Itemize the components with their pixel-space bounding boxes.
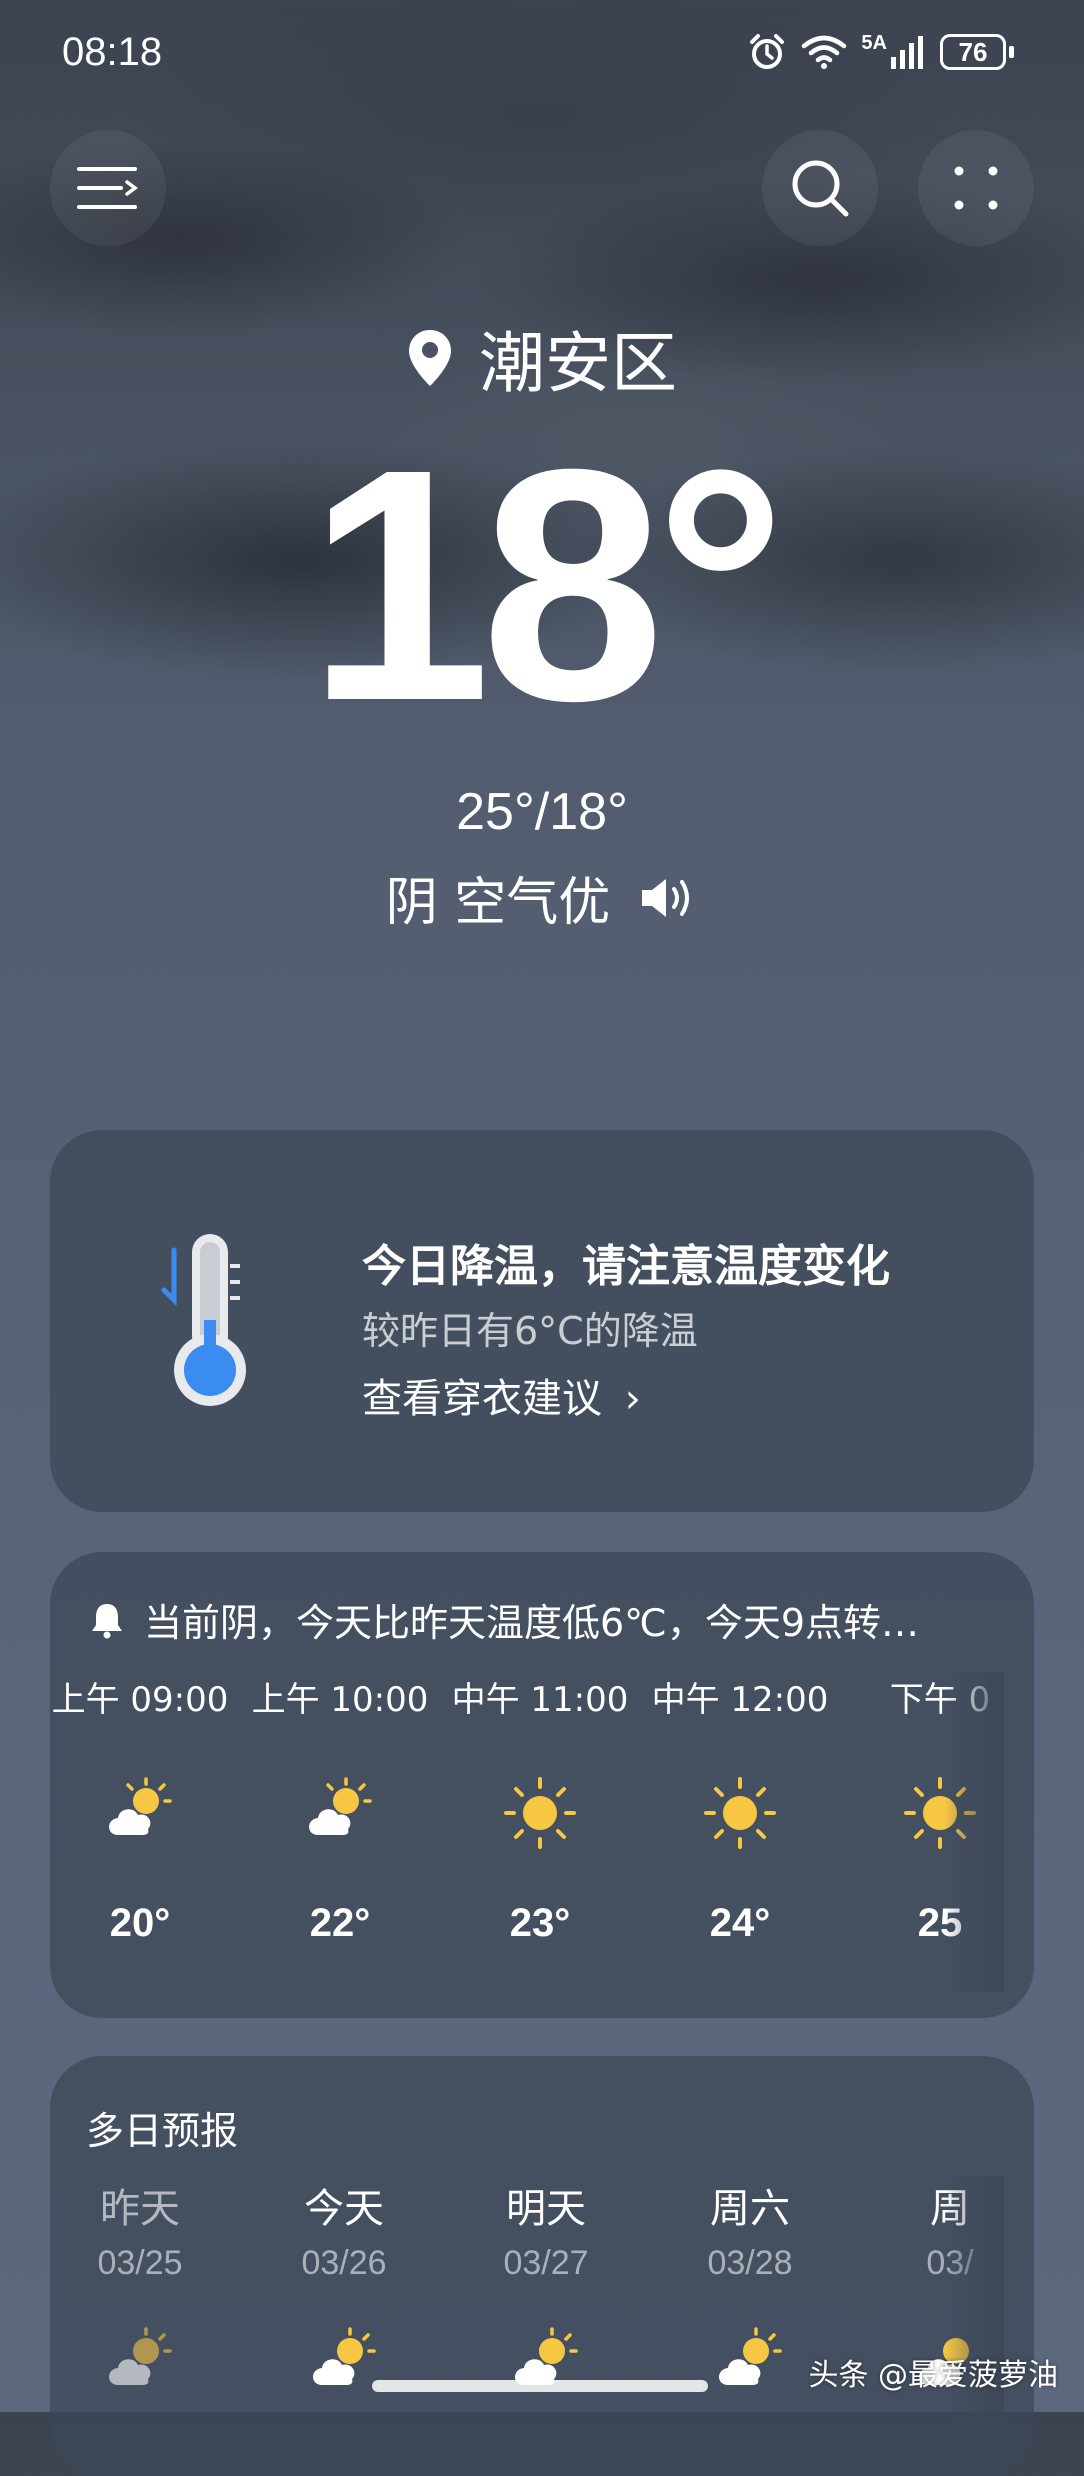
bell-icon [92, 1603, 122, 1638]
battery-level: 76 [940, 34, 1006, 70]
status-bar: 08:18 5A 76 [0, 30, 1084, 80]
four-dots-icon [954, 166, 998, 210]
wifi-icon [802, 35, 847, 69]
temperature-drop-card[interactable]: 今日降温，请注意温度变化 较昨日有6°C的降温 查看穿衣建议 › [50, 1130, 1034, 1512]
hour-item[interactable]: 中午 12:00 24° [640, 1672, 840, 1946]
day-name: 昨天 [100, 2186, 180, 2232]
location-header[interactable]: 潮安区 [0, 310, 1084, 406]
hour-item[interactable]: 上午 09:00 20° [50, 1672, 240, 1946]
tip-subtitle: 较昨日有6°C的降温 [362, 1309, 698, 1353]
day-name: 明天 [506, 2186, 586, 2232]
hourly-list[interactable]: 上午 09:00 20° 上午 10:00 22° 中午 11:00 23° 中… [50, 1672, 1004, 1992]
weather-alert-text: 当前阴，今天比昨天温度低6℃，今天9点转… [144, 1601, 920, 1645]
menu-button[interactable] [50, 130, 166, 246]
hour-label: 上午 10:00 [251, 1680, 429, 1720]
hour-temp: 22° [309, 1901, 371, 1945]
hour-label: 中午 11:00 [451, 1680, 629, 1720]
hourly-forecast-card[interactable]: 当前阴，今天比昨天温度低6℃，今天9点转… 上午 09:00 20° 上午 10… [50, 1552, 1034, 2018]
tip-title: 今日降温，请注意温度变化 [362, 1241, 890, 1292]
sunny-icon [504, 1777, 576, 1849]
watermark: 头条 @最爱菠萝油 [808, 2358, 1058, 2393]
more-button[interactable] [918, 130, 1034, 246]
day-item[interactable]: 明天 03/27 [446, 2176, 646, 2393]
condition-text: 阴 空气优 [385, 873, 611, 933]
day-name: 周六 [710, 2186, 790, 2232]
location-name: 潮安区 [479, 325, 677, 402]
hour-temp: 20° [109, 1901, 171, 1945]
temperature-range: 25°/18° [456, 783, 628, 841]
hour-item[interactable]: 中午 11:00 23° [440, 1672, 640, 1946]
hour-temp: 24° [709, 1901, 771, 1945]
day-date: 03/26 [301, 2244, 387, 2282]
status-time: 08:18 [62, 30, 163, 74]
day-date: 03/27 [503, 2244, 589, 2282]
alarm-icon [750, 34, 785, 69]
daily-forecast-card[interactable]: 多日预报 昨天 03/25 今天 03/26 明天 03/27 周六 03/28… [50, 2056, 1034, 2476]
daily-forecast-title: 多日预报 [86, 2109, 239, 2153]
hour-temp: 23° [509, 1901, 571, 1945]
battery-tip [1009, 46, 1014, 58]
weather-alert[interactable]: 当前阴，今天比昨天温度低6℃，今天9点转… [90, 1592, 1000, 1647]
home-indicator[interactable] [372, 2380, 708, 2392]
clothing-advice-label: 查看穿衣建议 [362, 1376, 602, 1422]
partly-cloudy-icon [109, 2327, 172, 2385]
partly-cloudy-icon [109, 1777, 172, 1835]
hour-item[interactable]: 上午 10:00 22° [240, 1672, 440, 1946]
signal-icon [891, 36, 923, 69]
condition-row: 阴 空气优 [0, 860, 1084, 935]
scroll-fade [944, 2176, 1004, 2476]
status-icons: 5A 76 [747, 32, 1014, 72]
chevron-right-icon: › [624, 1376, 641, 1422]
hour-label: 中午 12:00 [651, 1680, 829, 1720]
network-type: 5A [861, 32, 887, 54]
speaker-icon[interactable] [638, 875, 698, 921]
day-item[interactable]: 昨天 03/25 [50, 2176, 240, 2393]
menu-icon [77, 167, 138, 209]
day-item[interactable]: 今天 03/26 [244, 2176, 444, 2393]
clothing-advice-link[interactable]: 查看穿衣建议 › [362, 1366, 641, 1424]
daily-list[interactable]: 昨天 03/25 今天 03/26 明天 03/27 周六 03/28 周 03… [50, 2176, 1004, 2476]
day-name: 今天 [304, 2186, 384, 2232]
hour-label: 上午 09:00 [51, 1680, 229, 1720]
search-button[interactable] [762, 130, 878, 246]
partly-cloudy-icon [309, 1777, 372, 1835]
partly-cloudy-icon [719, 2327, 782, 2385]
thermometer-icon [161, 1234, 246, 1406]
battery-indicator: 76 [940, 34, 1014, 70]
location-pin-icon [409, 330, 451, 386]
sunny-icon [704, 1777, 776, 1849]
scroll-fade [944, 1672, 1004, 1992]
day-date: 03/25 [97, 2244, 183, 2282]
day-date: 03/28 [707, 2244, 793, 2282]
search-icon [792, 160, 849, 217]
signal-indicator: 5A [861, 32, 926, 69]
current-temperature: 18° [307, 400, 786, 769]
